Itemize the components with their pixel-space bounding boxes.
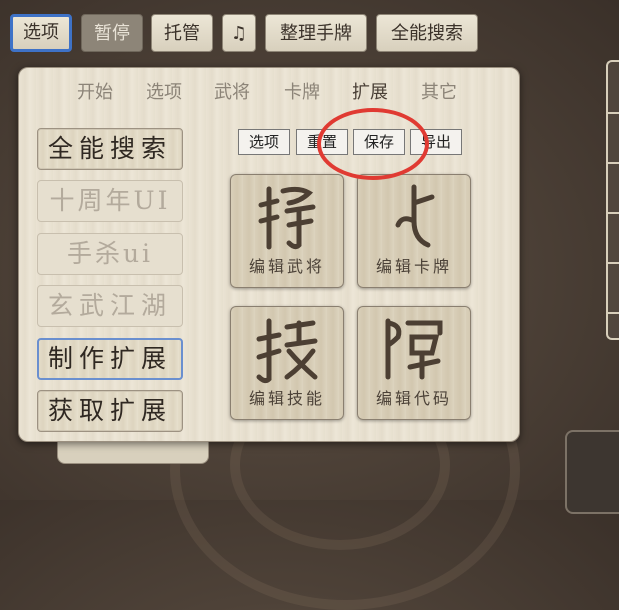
search-all-button[interactable]: 全能搜索	[376, 14, 478, 52]
sidebar-item-shousha-ui[interactable]: 手杀ui	[37, 233, 183, 275]
tile-caption: 编辑武将	[248, 257, 325, 276]
sidebar-item-xuanwu-jianghu[interactable]: 玄武江湖	[37, 285, 183, 327]
tab-generals[interactable]: 武将	[214, 78, 250, 104]
pause-button[interactable]: 暂停	[81, 14, 143, 52]
tab-options[interactable]: 选项	[146, 78, 182, 104]
edit-skill-tile[interactable]: 编辑技能	[230, 306, 344, 420]
corner-card	[565, 430, 619, 514]
ancient-script-code-icon	[385, 318, 443, 380]
auto-play-button[interactable]: 托管	[151, 14, 213, 52]
sidebar-item-ten-year-ui[interactable]: 十周年UI	[37, 180, 183, 222]
tab-extensions[interactable]: 扩展	[352, 78, 388, 104]
tab-cards[interactable]: 卡牌	[284, 78, 320, 104]
ancient-script-skill-icon	[256, 318, 318, 384]
music-button[interactable]: ♫	[222, 14, 256, 52]
sidebar-item-make-extension[interactable]: 制作扩展	[37, 338, 183, 380]
ancient-script-card-icon	[395, 184, 435, 248]
highlight-ring	[317, 108, 429, 180]
tile-caption: 编辑代码	[375, 389, 452, 408]
sort-hand-button[interactable]: 整理手牌	[265, 14, 367, 52]
ancient-script-general-icon	[258, 186, 316, 250]
top-toolbar: 选项 暂停 托管 ♫ 整理手牌 全能搜索	[0, 0, 619, 60]
tile-caption: 编辑卡牌	[375, 257, 452, 276]
edit-general-tile[interactable]: 编辑武将	[230, 174, 344, 288]
edit-card-tile[interactable]: 编辑卡牌	[357, 174, 471, 288]
edit-code-tile[interactable]: 编辑代码	[357, 306, 471, 420]
side-panel-edge	[606, 60, 619, 340]
options-button[interactable]: 选项	[10, 14, 72, 52]
sidebar-item-search-all[interactable]: 全能搜索	[37, 128, 183, 170]
tab-start[interactable]: 开始	[77, 78, 113, 104]
options-panel: 开始 选项 武将 卡牌 扩展 其它 全能搜索 十周年UI 手杀ui 玄武江湖 制…	[18, 67, 520, 442]
tile-caption: 编辑技能	[248, 389, 325, 408]
options-small-button[interactable]: 选项	[238, 129, 290, 155]
sidebar-item-get-extension[interactable]: 获取扩展	[37, 390, 183, 432]
tab-other[interactable]: 其它	[421, 78, 457, 104]
